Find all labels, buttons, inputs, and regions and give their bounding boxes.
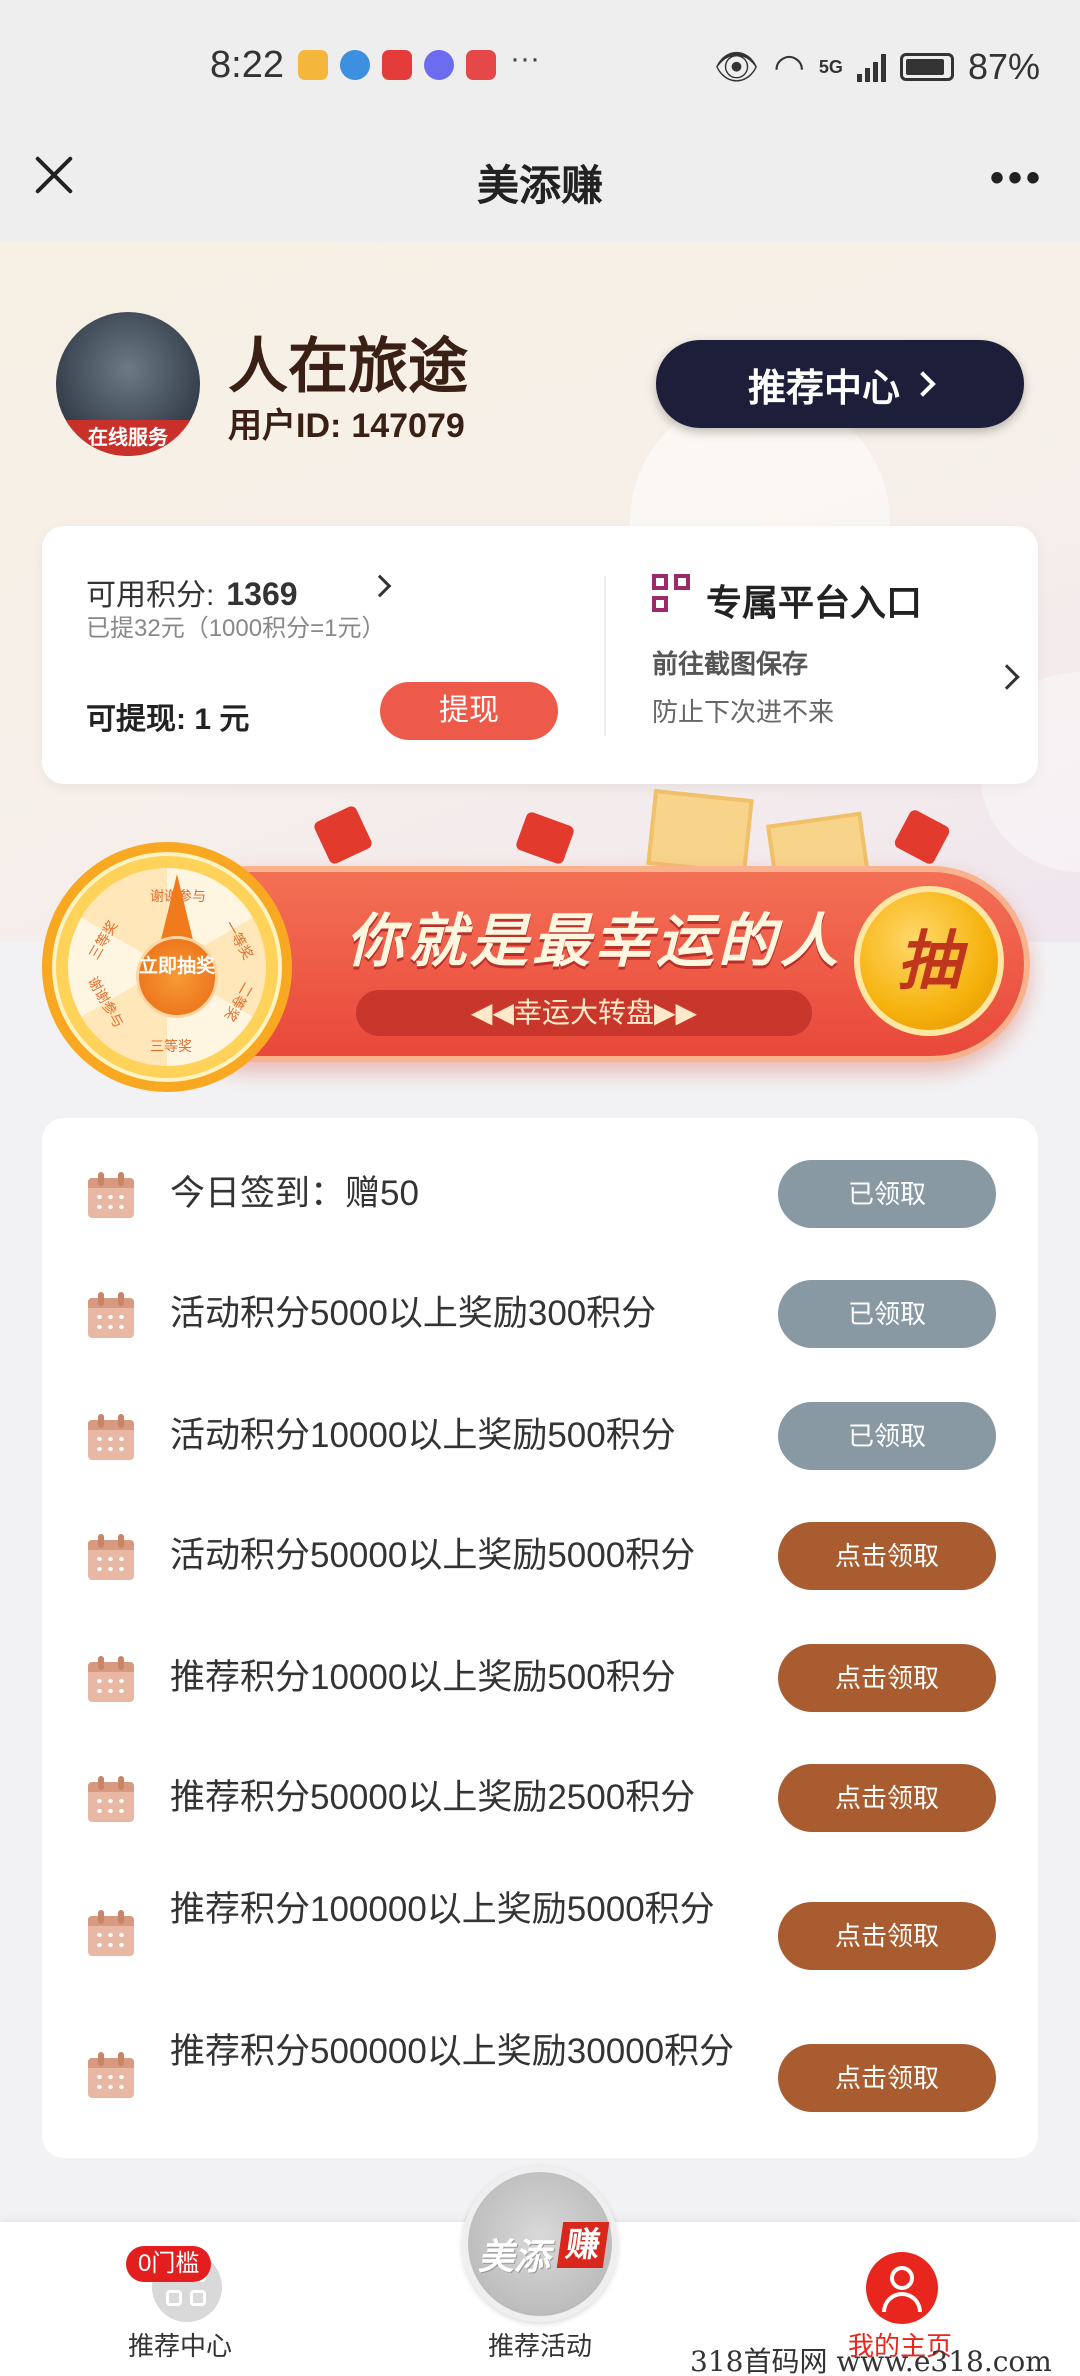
task-row: 活动积分5000以上奖励300积分 已领取 (42, 1280, 1038, 1390)
nav-label: 推荐中心 (127, 2331, 232, 2361)
task-row: 推荐积分50000以上奖励2500积分 点击领取 (42, 1764, 1038, 1874)
task-claim-button[interactable]: 点击领取 (778, 1764, 996, 1832)
calendar-icon (88, 1172, 134, 1218)
user-id-label: 用户ID: (228, 407, 342, 445)
book-notification-icon (466, 50, 496, 80)
nav-recommend-center[interactable]: 0门槛 推荐中心 (70, 2222, 290, 2376)
points-card: 可用积分: 1369 已提32元（1000积分=1元） 可提现: 1 元 提现 专… (42, 526, 1038, 784)
task-row: 活动积分10000以上奖励500积分 已领取 (42, 1402, 1038, 1512)
task-text: 推荐积分10000以上奖励500积分 (170, 1658, 676, 1697)
wheel-segment: 一等奖 (221, 917, 257, 963)
app-notification-icon (298, 50, 328, 80)
app-notification-icon (382, 50, 412, 80)
task-text: 推荐积分100000以上奖励5000积分 (170, 1890, 715, 1929)
avatar[interactable]: 在线服务 (56, 312, 200, 456)
network-type: 5G (818, 56, 843, 77)
withdrawn-note: 已提32元（1000积分=1元） (86, 615, 386, 642)
qr-code-icon (652, 574, 692, 614)
avatar-caption: 在线服务 (56, 420, 200, 456)
title-bar: 美添赚 ••• (0, 110, 1080, 242)
watermark: 318首码网 www.e318.com (690, 2345, 1052, 2376)
task-claim-button[interactable]: 已领取 (778, 1280, 996, 1348)
chevron-right-icon[interactable] (368, 574, 392, 599)
task-claim-button[interactable]: 点击领取 (778, 1644, 996, 1712)
banner-title: 你就是最幸运的人 (346, 909, 843, 974)
available-points-value: 1369 (226, 576, 298, 612)
calendar-icon (88, 1776, 134, 1822)
task-row: 今日签到：赠50 已领取 (42, 1160, 1038, 1270)
task-text: 今日签到：赠50 (170, 1174, 419, 1213)
task-text: 活动积分5000以上奖励300积分 (170, 1294, 657, 1333)
wheel-segment: 谢谢参与 (85, 973, 127, 1031)
logo-text: 美添 (478, 2236, 551, 2277)
task-list: 今日签到：赠50 已领取 活动积分5000以上奖励300积分 已领取 活动积分1… (42, 1118, 1038, 2158)
music-notification-icon (424, 50, 454, 80)
notification-icons (298, 50, 496, 80)
eye-icon: 👁 (713, 46, 760, 87)
status-right: 👁 ◠ 5G 87% (714, 46, 1040, 88)
task-claim-button[interactable]: 点击领取 (778, 1522, 996, 1590)
withdrawable-amount: 可提现: 1 元 (86, 703, 250, 736)
task-row: 推荐积分500000以上奖励30000积分 点击领取 (42, 2030, 1038, 2150)
user-name: 人在旅途 (228, 333, 468, 400)
calendar-icon (88, 1910, 134, 1956)
task-row: 推荐积分100000以上奖励5000积分 点击领取 (42, 1888, 1038, 2008)
task-text: 推荐积分500000以上奖励30000积分 (170, 2032, 735, 2071)
wheel-segment: 三等奖 (150, 1038, 192, 1054)
task-row: 推荐积分10000以上奖励500积分 点击领取 (42, 1644, 1038, 1754)
wheel-segment: 三等奖 (85, 917, 121, 963)
coupon-icon (646, 788, 760, 876)
status-time: 8:22 (210, 44, 284, 86)
lucky-wheel[interactable]: 谢谢参与 一等奖 二等奖 三等奖 谢谢参与 三等奖 立即抽奖 (42, 842, 292, 1092)
page-title: 美添赚 (476, 162, 603, 209)
signal-icon (856, 52, 886, 82)
task-claim-button[interactable]: 已领取 (778, 1402, 996, 1470)
calendar-icon (88, 1414, 134, 1460)
user-id: 用户ID: 147079 (228, 398, 465, 447)
withdraw-button[interactable]: 提现 (380, 682, 558, 740)
battery-icon (899, 53, 954, 81)
task-row: 活动积分50000以上奖励5000积分 点击领取 (42, 1522, 1038, 1632)
battery-percent: 87% (967, 46, 1040, 87)
recommend-center-button[interactable]: 推荐中心 (656, 340, 1024, 428)
chevron-right-icon (910, 371, 936, 397)
app-logo-button[interactable]: 美添 赚 (462, 2166, 618, 2322)
task-text: 推荐积分50000以上奖励2500积分 (170, 1778, 696, 1817)
task-claim-button[interactable]: 点击领取 (778, 1902, 996, 1970)
calendar-icon (88, 2052, 134, 2098)
user-id-value: 147079 (351, 407, 465, 445)
wheel-start-button[interactable]: 立即抽奖 (136, 936, 218, 1018)
calendar-icon (88, 1292, 134, 1338)
platform-entry-line1: 前往截图保存 (652, 649, 809, 679)
divider (604, 576, 606, 736)
recommend-center-label: 推荐中心 (747, 367, 900, 410)
draw-button[interactable]: 抽 (854, 886, 1004, 1036)
wheel-pointer-icon (160, 874, 194, 944)
zero-threshold-badge: 0门槛 (126, 2246, 212, 2282)
task-claim-button[interactable]: 已领取 (778, 1160, 996, 1228)
wifi-icon: ◠ (773, 46, 805, 87)
wheel-segment: 二等奖 (221, 979, 257, 1025)
nav-label: 推荐活动 (487, 2331, 592, 2361)
user-icon (866, 2252, 938, 2324)
calendar-icon (88, 1534, 134, 1580)
task-claim-button[interactable]: 点击领取 (778, 2044, 996, 2112)
app-notification-icon (340, 50, 370, 80)
task-text: 活动积分10000以上奖励500积分 (170, 1416, 676, 1455)
chevron-right-icon[interactable] (994, 664, 1020, 691)
platform-entry-title[interactable]: 专属平台入口 (706, 574, 922, 626)
banner-subtitle: ◀◀幸运大转盘▶▶ (356, 990, 812, 1036)
task-text: 活动积分50000以上奖励5000积分 (170, 1536, 696, 1575)
platform-entry-line2: 防止下次进不来 (652, 697, 835, 727)
calendar-icon (88, 1656, 134, 1702)
more-notifications-icon: ··· (510, 42, 540, 75)
more-menu-icon[interactable]: ••• (990, 156, 1044, 201)
logo-mark: 赚 (556, 2222, 610, 2268)
